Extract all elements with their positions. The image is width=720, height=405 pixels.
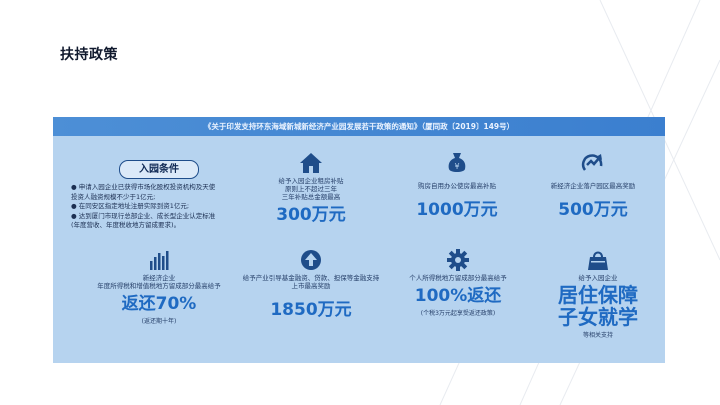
page-title: 扶持政策 (60, 47, 118, 63)
house-icon (300, 153, 322, 173)
personal-tax-card: 个人所得税地方留成部分最高给予 100%返还 (个税3万元起享受返还政策) (393, 249, 523, 317)
svg-text:¥: ¥ (454, 162, 459, 171)
upload-arrow-icon (301, 250, 321, 270)
list-item: (年度营收、年度税收地方留成要求)。 (71, 221, 181, 229)
gear-icon (447, 249, 469, 271)
tax-refund-card: 新经济企业 年度所得税和增值税地方留成部分最高给予 返还70% (返还期十年) (89, 249, 229, 325)
rent-value: 300万元 (276, 205, 346, 225)
tax-value: 返还70% (121, 294, 197, 314)
rent-subsidy-card: 给予入园企业租房补贴 原则上不超过三年 三年补贴总金额最高 300万元 (259, 152, 363, 225)
residence-value-1: 居住保障 (558, 283, 638, 307)
rent-desc-2: 原则上不超过三年 (285, 185, 337, 193)
personal-value: 100%返还 (414, 286, 502, 306)
fund-desc-1: 给予产业引导基金融资、贷款、担保等金融支持 (242, 274, 380, 282)
rent-desc-3: 三年补贴总金额最高 (281, 193, 341, 201)
shopping-bag-icon (588, 251, 608, 270)
growth-chart-icon (581, 154, 603, 171)
rent-desc-1: 给予入园企业租房补贴 (278, 177, 344, 185)
award-desc: 新经济企业落户园区最高奖励 (550, 182, 636, 190)
residence-desc: 给予入园企业 (578, 274, 618, 282)
tax-note: (返还期十年) (141, 318, 177, 325)
office-subsidy-card: ¥ 购房自用办公使房最高补贴 1000万元 (397, 152, 517, 220)
list-item: ● 申请入园企业已获得市场化股权投资机构及天使 (71, 183, 216, 191)
office-desc: 购房自用办公使房最高补贴 (418, 182, 496, 190)
money-bag-icon: ¥ (448, 153, 466, 172)
tax-desc-2: 年度所得税和增值税地方留成部分最高给予 (97, 282, 221, 290)
personal-note: (个税3万元起享受返还政策) (420, 310, 496, 317)
fund-value: 1850万元 (270, 300, 352, 320)
tax-desc-1: 新经济企业 (142, 274, 176, 282)
settlement-award-card: 新经济企业落户园区最高奖励 500万元 (533, 150, 653, 220)
list-item: ● 达到厦门市现行总部企业、成长型企业认定标准 (71, 211, 216, 220)
fund-support-card: 给予产业引导基金融资、贷款、担保等金融支持 上市最高奖励 1850万元 (241, 249, 381, 320)
list-item: ● 在同安区指定地址注册实际到资1亿元; (71, 202, 190, 210)
policy-panel: 《关于印发支持环东海域新城新经济产业园发展若干政策的通知》（厦同政〔2019〕1… (53, 117, 665, 363)
office-value: 1000万元 (416, 200, 498, 220)
fund-desc-2: 上市最高奖励 (291, 282, 331, 290)
personal-desc: 个人所得税地方留成部分最高给予 (409, 274, 507, 282)
award-value: 500万元 (558, 200, 628, 220)
residence-support-card: 给予入园企业 居住保障 子女就学 等相关支持 (543, 249, 653, 339)
residence-value-2: 子女就学 (558, 305, 638, 329)
bar-chart-icon (150, 251, 169, 270)
residence-note: 等相关支持 (582, 332, 613, 339)
policy-banner: 《关于印发支持环东海域新城新经济产业园发展若干政策的通知》（厦同政〔2019〕1… (53, 117, 665, 136)
entry-conditions-title: 入园条件 (119, 160, 199, 179)
entry-conditions-list: ● 申请入园企业已获得市场化股权投资机构及天使 投资人融资规模不少于1亿元; ●… (71, 183, 251, 231)
list-item: 投资人融资规模不少于1亿元; (71, 192, 156, 201)
